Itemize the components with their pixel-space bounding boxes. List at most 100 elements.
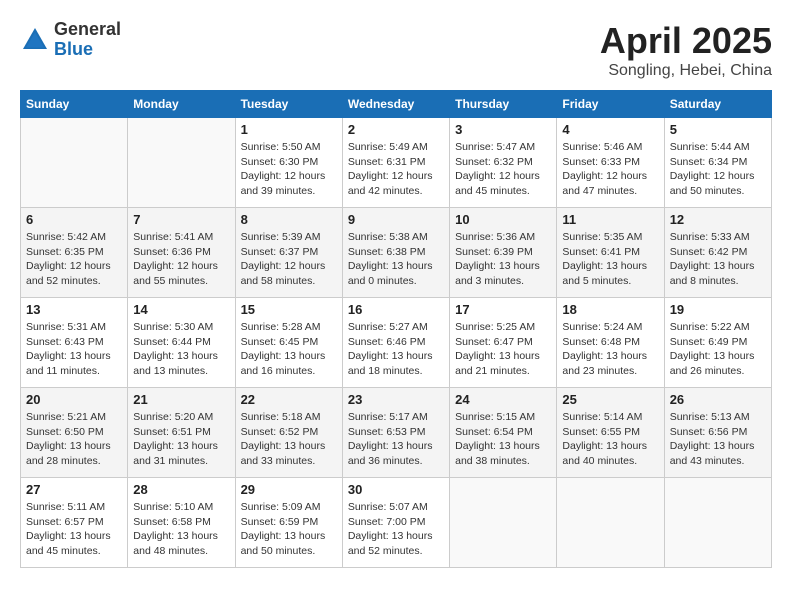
- day-number: 20: [26, 392, 122, 407]
- day-number: 24: [455, 392, 551, 407]
- week-row-3: 13 Sunrise: 5:31 AM Sunset: 6:43 PM Dayli…: [21, 298, 772, 388]
- calendar-cell: [128, 118, 235, 208]
- logo-general: General: [54, 20, 121, 40]
- day-number: 6: [26, 212, 122, 227]
- day-info: Sunrise: 5:17 AM Sunset: 6:53 PM Dayligh…: [348, 410, 444, 469]
- day-number: 1: [241, 122, 337, 137]
- day-info: Sunrise: 5:36 AM Sunset: 6:39 PM Dayligh…: [455, 230, 551, 289]
- weekday-header-monday: Monday: [128, 91, 235, 118]
- day-info: Sunrise: 5:25 AM Sunset: 6:47 PM Dayligh…: [455, 320, 551, 379]
- day-info: Sunrise: 5:10 AM Sunset: 6:58 PM Dayligh…: [133, 500, 229, 559]
- calendar-cell: 22Sunrise: 5:18 AM Sunset: 6:52 PM Dayli…: [235, 388, 342, 478]
- day-number: 16: [348, 302, 444, 317]
- day-number: 19: [670, 302, 766, 317]
- day-number: 18: [562, 302, 658, 317]
- day-info: Sunrise: 5:41 AM Sunset: 6:36 PM Dayligh…: [133, 230, 229, 289]
- calendar-cell: 7 Sunrise: 5:41 AM Sunset: 6:36 PM Daylig…: [128, 208, 235, 298]
- calendar-cell: [557, 478, 664, 568]
- day-info: Sunrise: 5:46 AM Sunset: 6:33 PM Dayligh…: [562, 140, 658, 199]
- calendar-cell: 15Sunrise: 5:28 AM Sunset: 6:45 PM Dayli…: [235, 298, 342, 388]
- week-row-4: 20 Sunrise: 5:21 AM Sunset: 6:50 PM Dayli…: [21, 388, 772, 478]
- day-info: Sunrise: 5:09 AM Sunset: 6:59 PM Dayligh…: [241, 500, 337, 559]
- calendar-cell: 17 Sunrise: 5:25 AM Sunset: 6:47 PM Dayli…: [450, 298, 557, 388]
- week-row-5: 27 Sunrise: 5:11 AM Sunset: 6:57 PM Dayli…: [21, 478, 772, 568]
- weekday-header-thursday: Thursday: [450, 91, 557, 118]
- calendar-cell: 24 Sunrise: 5:15 AM Sunset: 6:54 PM Dayli…: [450, 388, 557, 478]
- calendar-cell: 29 Sunrise: 5:09 AM Sunset: 6:59 PM Dayli…: [235, 478, 342, 568]
- day-info: Sunrise: 5:28 AM Sunset: 6:45 PM Dayligh…: [241, 320, 337, 379]
- day-info: Sunrise: 5:42 AM Sunset: 6:35 PM Dayligh…: [26, 230, 122, 289]
- day-number: 8: [241, 212, 337, 227]
- day-number: 11: [562, 212, 658, 227]
- page-header: General Blue April 2025 Songling, Hebei,…: [20, 20, 772, 80]
- day-info: Sunrise: 5:38 AM Sunset: 6:38 PM Dayligh…: [348, 230, 444, 289]
- weekday-header-wednesday: Wednesday: [342, 91, 449, 118]
- day-number: 10: [455, 212, 551, 227]
- day-number: 9: [348, 212, 444, 227]
- day-number: 29: [241, 482, 337, 497]
- month-title: April 2025: [600, 20, 772, 62]
- weekday-header-friday: Friday: [557, 91, 664, 118]
- calendar-cell: 27 Sunrise: 5:11 AM Sunset: 6:57 PM Dayli…: [21, 478, 128, 568]
- day-info: Sunrise: 5:15 AM Sunset: 6:54 PM Dayligh…: [455, 410, 551, 469]
- calendar-cell: 13 Sunrise: 5:31 AM Sunset: 6:43 PM Dayli…: [21, 298, 128, 388]
- weekday-header-saturday: Saturday: [664, 91, 771, 118]
- day-number: 13: [26, 302, 122, 317]
- week-row-2: 6 Sunrise: 5:42 AM Sunset: 6:35 PM Daylig…: [21, 208, 772, 298]
- day-info: Sunrise: 5:49 AM Sunset: 6:31 PM Dayligh…: [348, 140, 444, 199]
- calendar-table: SundayMondayTuesdayWednesdayThursdayFrid…: [20, 90, 772, 568]
- day-number: 12: [670, 212, 766, 227]
- day-info: Sunrise: 5:18 AM Sunset: 6:52 PM Dayligh…: [241, 410, 337, 469]
- calendar-cell: 4 Sunrise: 5:46 AM Sunset: 6:33 PM Daylig…: [557, 118, 664, 208]
- day-number: 3: [455, 122, 551, 137]
- weekday-header-tuesday: Tuesday: [235, 91, 342, 118]
- calendar-body: 1 Sunrise: 5:50 AM Sunset: 6:30 PM Daylig…: [21, 118, 772, 568]
- day-number: 27: [26, 482, 122, 497]
- day-info: Sunrise: 5:47 AM Sunset: 6:32 PM Dayligh…: [455, 140, 551, 199]
- day-number: 25: [562, 392, 658, 407]
- day-info: Sunrise: 5:22 AM Sunset: 6:49 PM Dayligh…: [670, 320, 766, 379]
- week-row-1: 1 Sunrise: 5:50 AM Sunset: 6:30 PM Daylig…: [21, 118, 772, 208]
- day-info: Sunrise: 5:27 AM Sunset: 6:46 PM Dayligh…: [348, 320, 444, 379]
- calendar-cell: 2Sunrise: 5:49 AM Sunset: 6:31 PM Daylig…: [342, 118, 449, 208]
- day-info: Sunrise: 5:13 AM Sunset: 6:56 PM Dayligh…: [670, 410, 766, 469]
- day-info: Sunrise: 5:39 AM Sunset: 6:37 PM Dayligh…: [241, 230, 337, 289]
- day-number: 5: [670, 122, 766, 137]
- calendar-cell: 28 Sunrise: 5:10 AM Sunset: 6:58 PM Dayli…: [128, 478, 235, 568]
- calendar-cell: 26Sunrise: 5:13 AM Sunset: 6:56 PM Dayli…: [664, 388, 771, 478]
- calendar-cell: 18 Sunrise: 5:24 AM Sunset: 6:48 PM Dayli…: [557, 298, 664, 388]
- day-number: 14: [133, 302, 229, 317]
- calendar-cell: [450, 478, 557, 568]
- day-info: Sunrise: 5:24 AM Sunset: 6:48 PM Dayligh…: [562, 320, 658, 379]
- calendar-cell: 20 Sunrise: 5:21 AM Sunset: 6:50 PM Dayli…: [21, 388, 128, 478]
- calendar-cell: 3 Sunrise: 5:47 AM Sunset: 6:32 PM Daylig…: [450, 118, 557, 208]
- calendar-cell: 30 Sunrise: 5:07 AM Sunset: 7:00 PM Dayli…: [342, 478, 449, 568]
- day-info: Sunrise: 5:31 AM Sunset: 6:43 PM Dayligh…: [26, 320, 122, 379]
- calendar-cell: 14Sunrise: 5:30 AM Sunset: 6:44 PM Dayli…: [128, 298, 235, 388]
- day-number: 4: [562, 122, 658, 137]
- day-info: Sunrise: 5:44 AM Sunset: 6:34 PM Dayligh…: [670, 140, 766, 199]
- calendar-cell: 1 Sunrise: 5:50 AM Sunset: 6:30 PM Daylig…: [235, 118, 342, 208]
- day-number: 7: [133, 212, 229, 227]
- day-number: 28: [133, 482, 229, 497]
- day-number: 30: [348, 482, 444, 497]
- calendar-cell: 10 Sunrise: 5:36 AM Sunset: 6:39 PM Dayli…: [450, 208, 557, 298]
- calendar-cell: 11 Sunrise: 5:35 AM Sunset: 6:41 PM Dayli…: [557, 208, 664, 298]
- calendar-cell: 9 Sunrise: 5:38 AM Sunset: 6:38 PM Daylig…: [342, 208, 449, 298]
- day-info: Sunrise: 5:11 AM Sunset: 6:57 PM Dayligh…: [26, 500, 122, 559]
- calendar-cell: 8 Sunrise: 5:39 AM Sunset: 6:37 PM Daylig…: [235, 208, 342, 298]
- day-info: Sunrise: 5:20 AM Sunset: 6:51 PM Dayligh…: [133, 410, 229, 469]
- day-info: Sunrise: 5:50 AM Sunset: 6:30 PM Dayligh…: [241, 140, 337, 199]
- logo-blue: Blue: [54, 40, 121, 60]
- calendar-cell: 6 Sunrise: 5:42 AM Sunset: 6:35 PM Daylig…: [21, 208, 128, 298]
- day-info: Sunrise: 5:21 AM Sunset: 6:50 PM Dayligh…: [26, 410, 122, 469]
- calendar-cell: 5 Sunrise: 5:44 AM Sunset: 6:34 PM Daylig…: [664, 118, 771, 208]
- calendar-cell: 16 Sunrise: 5:27 AM Sunset: 6:46 PM Dayli…: [342, 298, 449, 388]
- location: Songling, Hebei, China: [600, 62, 772, 80]
- day-number: 23: [348, 392, 444, 407]
- day-info: Sunrise: 5:07 AM Sunset: 7:00 PM Dayligh…: [348, 500, 444, 559]
- weekday-header-row: SundayMondayTuesdayWednesdayThursdayFrid…: [21, 91, 772, 118]
- day-number: 17: [455, 302, 551, 317]
- calendar-cell: 21Sunrise: 5:20 AM Sunset: 6:51 PM Dayli…: [128, 388, 235, 478]
- day-info: Sunrise: 5:35 AM Sunset: 6:41 PM Dayligh…: [562, 230, 658, 289]
